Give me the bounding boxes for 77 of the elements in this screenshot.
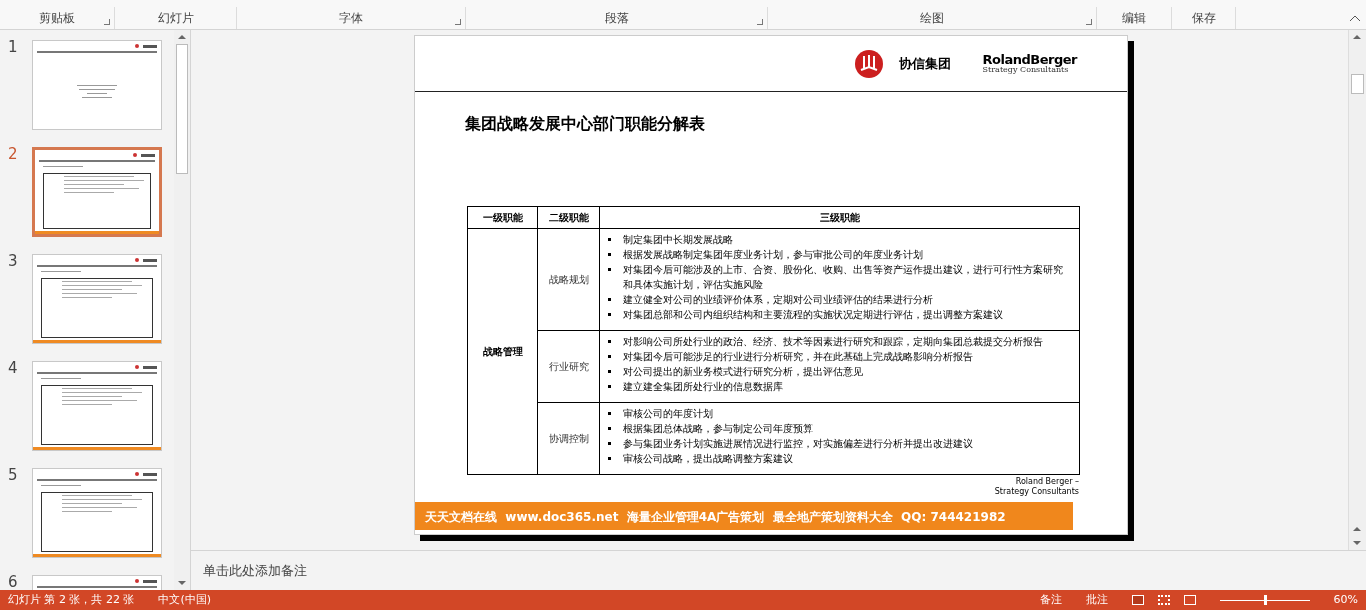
bullet-icon	[608, 412, 611, 415]
consultant-logo-name: RolandBerger	[982, 53, 1077, 66]
bullet-icon	[608, 370, 611, 373]
zoom-level[interactable]: 60%	[1333, 591, 1358, 609]
table-cell: 战略规划	[537, 228, 600, 331]
dialog-launcher-icon[interactable]	[104, 19, 110, 25]
ribbon-group-label: 保存	[1191, 10, 1216, 27]
table-cell-text: 根据发展战略制定集团年度业务计划，参与审批公司的年度业务计划	[623, 248, 923, 262]
table-cell-text: 对集团总部和公司内组织结构和主要流程的实施状况定期进行评估，提出调整方案建议	[623, 308, 1003, 322]
column-header: 二级职能	[537, 206, 600, 229]
ribbon-group-label: 剪贴板	[39, 10, 75, 27]
table-cell-text: 参与集团业务计划实施进展情况进行监控，对实施偏差进行分析并提出改进建议	[623, 437, 973, 451]
bullet-icon	[608, 457, 611, 460]
slide-thumbnail[interactable]	[32, 40, 162, 130]
zoom-slider-thumb[interactable]	[1263, 595, 1267, 605]
slide-number: 3	[8, 254, 19, 269]
normal-view-icon[interactable]	[1131, 595, 1144, 605]
slide-thumbnail[interactable]	[32, 468, 162, 558]
dialog-launcher-icon[interactable]	[757, 19, 763, 25]
company-logo-icon	[854, 49, 883, 78]
notes-button[interactable]: 备注	[1039, 591, 1062, 609]
bullet-icon	[608, 298, 611, 301]
column-header: 一级职能	[467, 206, 538, 229]
bullet-icon	[608, 442, 611, 445]
table-cell-text: 根据集团总体战略，参与制定公司年度预算	[623, 422, 813, 436]
ribbon-group-label: 段落	[604, 10, 629, 27]
grid-view-icon[interactable]	[1157, 595, 1170, 605]
table-cell-text: 审核公司战略，提出战略调整方案建议	[623, 452, 793, 466]
table-cell-text: 对集团今后可能涉足的行业进行分析研究，并在此基础上完成战略影响分析报告	[623, 350, 973, 364]
table-cell-text: 审核公司的年度计划	[623, 407, 713, 421]
scrollbar[interactable]	[1348, 30, 1366, 550]
slide-thumbnail[interactable]	[32, 147, 162, 237]
language-indicator[interactable]: 中文(中国)	[158, 591, 212, 609]
table-cell: 行业研究	[537, 330, 600, 403]
table-cell: 协调控制	[537, 402, 600, 475]
table-cell-text: 对公司提出的新业务模式进行研究分析，提出评估意见	[623, 365, 863, 379]
dialog-launcher-icon[interactable]	[455, 19, 461, 25]
slide-number: 6	[8, 575, 19, 590]
bullet-icon	[608, 355, 611, 358]
bullet-icon	[608, 313, 611, 316]
slide-info: 幻灯片 第 2 张，共 22 张	[8, 591, 135, 608]
ribbon-group-label: 字体	[339, 10, 363, 27]
bullet-icon	[608, 253, 611, 256]
comments-button[interactable]: 批注	[1085, 591, 1108, 609]
bullet-icon	[608, 427, 611, 430]
table-cell: 战略管理	[467, 228, 538, 475]
slide-number: 2	[8, 147, 19, 162]
bullet-icon	[608, 238, 611, 241]
slide-number: 4	[8, 361, 19, 376]
dialog-launcher-icon[interactable]	[1086, 19, 1092, 25]
slide-title: 集团战略发展中心部门职能分解表	[465, 113, 706, 135]
table-cell-text: 制定集团中长期发展战略	[623, 233, 733, 247]
consultant-logo-tagline: Strategy Consultants	[982, 66, 1069, 74]
slide-number: 5	[8, 468, 19, 483]
slide-thumbnail[interactable]	[32, 254, 162, 344]
banner-text: 天天文档在线 www.doc365.net 海量企业管理4A广告策划 最全地产策划资料大全 QQ: 744421982	[425, 510, 1006, 524]
scrollbar-thumb[interactable]	[176, 44, 188, 174]
slide-thumbnail[interactable]	[32, 361, 162, 451]
zoom-slider[interactable]	[1219, 595, 1310, 605]
table-cell-text: 建立建全集团所处行业的信息数据库	[623, 380, 783, 394]
scrollbar-thumb[interactable]	[1351, 74, 1364, 94]
bullet-icon	[608, 268, 611, 271]
collapse-ribbon-icon[interactable]	[1350, 15, 1360, 21]
ribbon-group-label: 幻灯片	[157, 10, 194, 27]
slide-footer: Roland Berger – Strategy Consultants	[979, 477, 1079, 497]
bullet-icon	[608, 340, 611, 343]
ribbon-group-label: 绘图	[920, 10, 944, 27]
notes-field[interactable]: 单击此处添加备注	[203, 560, 307, 581]
company-name: 协信集团	[898, 54, 951, 73]
table-cell-text: 建立健全对公司的业绩评价体系，定期对公司业绩评估的结果进行分析	[623, 293, 933, 307]
bullet-icon	[608, 385, 611, 388]
reading-view-icon[interactable]	[1183, 595, 1196, 605]
ribbon-group-label: 编辑	[1122, 10, 1146, 27]
table-cell-text: 对集团今后可能涉及的上市、合资、股份化、收购、出售等资产运作提出建议，进行可行性方案研究和具体实施计划，评估实施风险	[623, 263, 1064, 292]
slide-number: 1	[8, 40, 19, 55]
column-header: 三级职能	[599, 206, 1080, 229]
table-cell-text: 对影响公司所处行业的政治、经济、技术等因素进行研究和跟踪，定期向集团总裁提交分析报告	[623, 335, 1043, 349]
